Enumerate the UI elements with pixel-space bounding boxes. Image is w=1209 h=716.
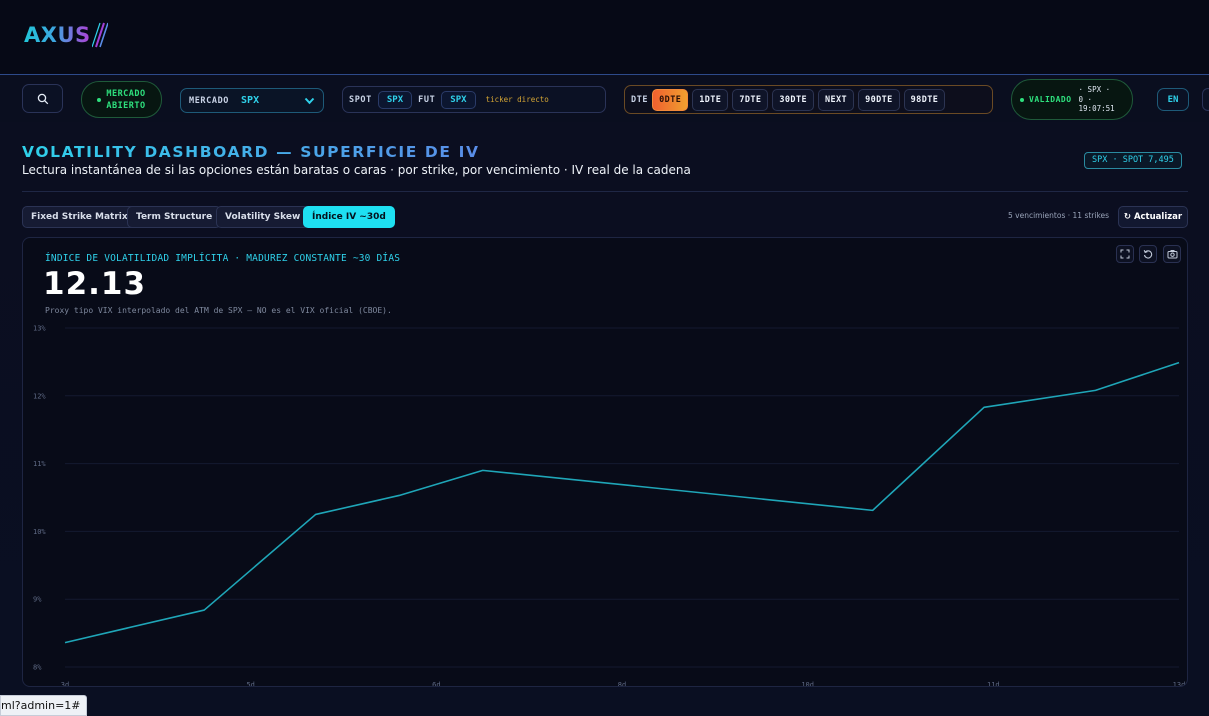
fut-input[interactable]: SPX: [441, 90, 476, 109]
chart-note: Proxy tipo VIX interpolado del ATM de SP…: [45, 306, 392, 315]
validated-label: VALIDADO: [1029, 95, 1072, 104]
market-select-label: MERCADO: [189, 95, 230, 106]
refresh-button[interactable]: ↻ Actualizar: [1118, 206, 1188, 228]
toolbar: MERCADO ABIERTO MERCADO SPX SPOT SPX FUT…: [0, 74, 1209, 124]
page-title: VOLATILITY DASHBOARD — SUPERFICIE DE IV: [22, 143, 480, 161]
y-tick-label: 10%: [33, 528, 46, 536]
language-button[interactable]: EN: [1157, 88, 1189, 111]
fut-label: FUT: [418, 94, 436, 105]
validated-meta: · SPX · 0 · 19:07:51: [1078, 85, 1115, 114]
x-tick-label: 3d: [61, 681, 69, 687]
status-url: ml?admin=1#: [0, 695, 87, 716]
search-button[interactable]: [22, 84, 63, 113]
spot-label: SPOT: [349, 94, 372, 105]
top-bar: AXUS: [0, 0, 1209, 74]
tab-term-structure[interactable]: Term Structure: [127, 206, 222, 228]
logo-slash-icon: [91, 22, 108, 48]
chevron-down-icon: [304, 97, 315, 104]
page-subtitle: Lectura instantánea de si las opciones e…: [22, 163, 691, 177]
y-tick-label: 8%: [33, 664, 42, 672]
brand-logo[interactable]: AXUS: [24, 20, 108, 50]
series-line: [64, 361, 1180, 644]
spot-input[interactable]: SPX: [377, 90, 413, 109]
status-dot-icon: [97, 97, 102, 102]
y-tick-label: 9%: [33, 596, 42, 604]
spot-fut-group: SPOT SPX FUT SPX ticker directo: [342, 86, 606, 113]
dte-option-0dte[interactable]: 0DTE: [652, 88, 689, 111]
x-tick-label: 6d: [432, 681, 440, 687]
search-icon: [37, 93, 48, 104]
x-tick-label: 5d: [246, 681, 254, 687]
fullscreen-icon: [1120, 249, 1130, 259]
tab-fixed-strike-matrix[interactable]: Fixed Strike Matrix: [22, 206, 137, 228]
dte-selector: DTE 0DTE 1DTE 7DTE 30DTE NEXT 90DTE 98DT…: [624, 85, 993, 114]
reset-icon: [1143, 249, 1153, 259]
snapshot-button[interactable]: [1163, 245, 1181, 263]
market-status-badge: MERCADO ABIERTO: [81, 81, 162, 118]
validated-badge: VALIDADO · SPX · 0 · 19:07:51: [1011, 79, 1133, 120]
x-tick-label: 11d: [987, 681, 1000, 687]
dte-option-98dte[interactable]: 98DTE: [903, 88, 946, 111]
tab-iv-index-30d[interactable]: Índice IV ~30d: [303, 206, 395, 228]
overflow-button[interactable]: [1202, 88, 1209, 111]
market-select-value: SPX: [241, 95, 260, 106]
chart-title: ÍNDICE DE VOLATILIDAD IMPLÍCITA · MADURE…: [45, 253, 401, 264]
iv-index-value: 12.13: [43, 266, 147, 302]
x-tick-label: 10d: [801, 681, 814, 687]
y-tick-label: 13%: [33, 325, 46, 333]
tab-volatility-skew[interactable]: Volatility Skew: [216, 206, 310, 228]
y-tick-label: 11%: [33, 460, 46, 468]
validated-dot-icon: [1020, 97, 1024, 102]
fullscreen-button[interactable]: [1116, 245, 1134, 263]
dte-label: DTE: [631, 94, 649, 105]
x-tick-label: 8d: [618, 681, 626, 687]
ticker-hint: ticker directo: [485, 95, 549, 104]
dte-option-1dte[interactable]: 1DTE: [692, 88, 729, 111]
chain-summary: 5 vencimientos · 11 strikes: [1008, 211, 1110, 220]
y-tick-label: 12%: [33, 392, 46, 400]
header-divider: [22, 191, 1188, 192]
brand-logo-text: AXUS: [24, 23, 91, 47]
dte-option-next[interactable]: NEXT: [817, 88, 855, 111]
dte-option-7dte[interactable]: 7DTE: [732, 88, 769, 111]
market-select[interactable]: MERCADO SPX: [180, 88, 324, 113]
spot-badge: SPX · SPOT 7,495: [1084, 152, 1182, 169]
x-tick-label: 13d: [1173, 681, 1186, 687]
dte-option-90dte[interactable]: 90DTE: [858, 88, 900, 111]
market-status-text: MERCADO ABIERTO: [106, 88, 146, 111]
dte-option-30dte[interactable]: 30DTE: [772, 88, 814, 111]
reset-zoom-button[interactable]: [1139, 245, 1157, 263]
camera-icon: [1167, 250, 1177, 259]
iv-index-panel: 8% 9% 10% 11% 12% 13% 3d 5d 6d 8d 10d 11d 13d ÍNDICE…: [22, 237, 1188, 687]
